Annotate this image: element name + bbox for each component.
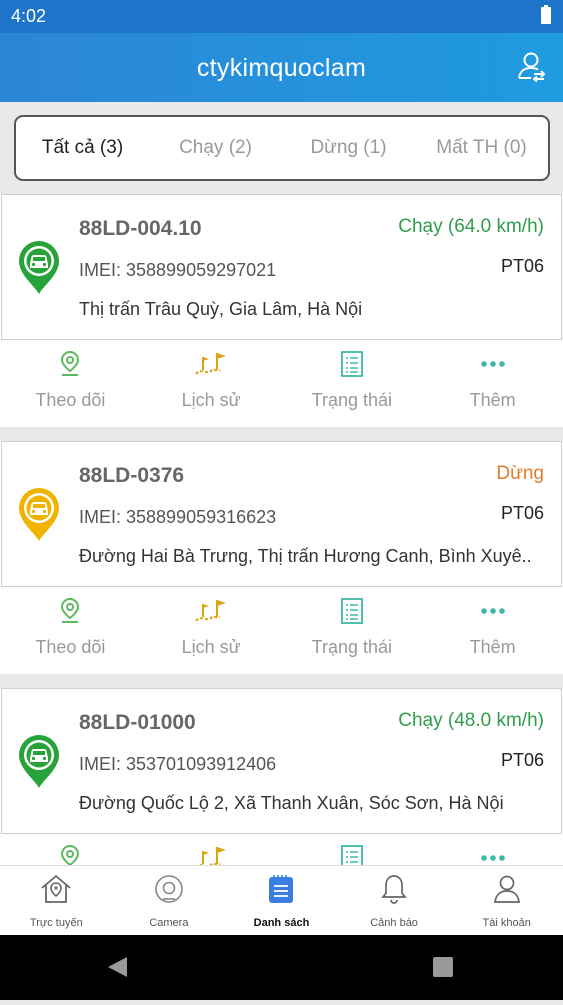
address-text: Đường Hai Bà Trưng, Thị trấn Hương Canh,… <box>79 546 532 566</box>
bell-icon <box>381 875 407 904</box>
nav-list[interactable]: Danh sách <box>225 866 338 935</box>
map-pin-icon <box>61 597 80 623</box>
car-pin-icon <box>19 488 59 541</box>
device-model: PT06 <box>500 503 544 523</box>
nav-alerts-label: Cảnh báo <box>370 917 418 929</box>
nav-camera[interactable]: Camera <box>113 866 226 935</box>
user-icon <box>493 875 520 903</box>
more-label: Thêm <box>469 390 516 410</box>
follow-button[interactable]: Theo dõi <box>0 587 141 674</box>
imei-text: IMEI: 358899059316623 <box>79 507 277 527</box>
nav-list-label: Danh sách <box>253 917 310 929</box>
plate-number: 88LD-004.10 <box>79 217 202 240</box>
back-icon[interactable] <box>108 957 127 977</box>
app-bar: ctykimquoclam <box>0 33 563 102</box>
status-badge: Chạy (48.0 km/h) <box>398 710 544 731</box>
nav-account-label: Tài khoản <box>482 917 531 929</box>
more-button[interactable]: Thêm <box>422 340 563 427</box>
status-badge: Chạy (64.0 km/h) <box>398 216 544 237</box>
tab-all[interactable]: Tất cả (3) <box>16 137 149 159</box>
device-model: PT06 <box>500 750 544 770</box>
status-time: 4:02 <box>11 6 47 26</box>
history-button[interactable]: Lịch sử <box>141 340 282 427</box>
car-pin-icon <box>19 735 59 788</box>
vehicle-card: 88LD-0376 Dừng IMEI: 358899059316623 PT0… <box>0 441 563 674</box>
follow-label: Theo dõi <box>35 390 106 410</box>
state-label: Trạng thái <box>311 637 393 657</box>
imei-text: IMEI: 353701093912406 <box>79 754 277 774</box>
route-flag-icon <box>195 600 227 622</box>
more-dots-icon <box>480 361 505 367</box>
more-label: Thêm <box>469 637 516 657</box>
list-icon <box>269 875 294 903</box>
vehicle-summary[interactable]: 88LD-004.10 Chạy (64.0 km/h) IMEI: 35889… <box>1 194 562 340</box>
status-filter-tabs: Tất cả (3) Chạy (2) Dừng (1) Mất TH (0) <box>14 115 550 181</box>
more-button[interactable]: Thêm <box>422 587 563 674</box>
nav-camera-label: Camera <box>149 917 189 929</box>
history-label: Lịch sử <box>181 390 241 410</box>
address-text: Thị trấn Trâu Quỳ, Gia Lâm, Hà Nội <box>79 299 363 319</box>
list-icon <box>340 598 363 624</box>
vehicle-summary[interactable]: 88LD-0376 Dừng IMEI: 358899059316623 PT0… <box>1 441 562 587</box>
home-pin-icon <box>41 874 71 903</box>
more-dots-icon <box>480 608 505 614</box>
system-nav-bar <box>0 935 563 1000</box>
vehicle-summary[interactable]: 88LD-01000 Chạy (48.0 km/h) IMEI: 353701… <box>1 688 562 834</box>
list-icon <box>340 351 363 377</box>
status-bar: 4:02 <box>0 0 563 33</box>
page-title: ctykimquoclam <box>196 54 367 82</box>
system-nav-icons <box>108 957 453 977</box>
bottom-nav: Trực tuyến Camera Danh sách Cảnh báo Tài… <box>0 865 563 935</box>
nav-online-label: Trực tuyến <box>29 917 83 929</box>
state-button[interactable]: Trạng thái <box>282 340 423 427</box>
battery-icon <box>541 5 551 24</box>
route-flag-icon <box>195 353 227 375</box>
tab-running[interactable]: Chạy (2) <box>149 137 282 159</box>
device-model: PT06 <box>500 256 544 276</box>
vehicle-actions: Theo dõi Lịch sử Trạng thái Thêm <box>0 340 563 427</box>
address-text: Đường Quốc Lộ 2, Xã Thanh Xuân, Sóc Sơn,… <box>79 793 504 813</box>
nav-account[interactable]: Tài khoản <box>450 866 563 935</box>
plate-number: 88LD-01000 <box>79 711 196 734</box>
history-label: Lịch sử <box>181 637 241 657</box>
map-pin-icon <box>61 350 80 376</box>
state-button[interactable]: Trạng thái <box>282 587 423 674</box>
camera-icon <box>155 875 183 903</box>
nav-online[interactable]: Trực tuyến <box>0 866 113 935</box>
vehicle-card: 88LD-004.10 Chạy (64.0 km/h) IMEI: 35889… <box>0 194 563 427</box>
follow-label: Theo dõi <box>35 637 106 657</box>
nav-alerts[interactable]: Cảnh báo <box>338 866 451 935</box>
tab-lost-signal[interactable]: Mất TH (0) <box>415 137 548 159</box>
tab-stopped[interactable]: Dừng (1) <box>282 137 415 159</box>
user-switch-icon <box>518 52 546 83</box>
history-button[interactable]: Lịch sử <box>141 587 282 674</box>
plate-number: 88LD-0376 <box>79 464 185 487</box>
recents-icon[interactable] <box>433 957 453 977</box>
status-badge: Dừng <box>496 463 544 484</box>
imei-text: IMEI: 358899059297021 <box>79 260 277 280</box>
account-switch-button[interactable] <box>517 51 547 83</box>
car-pin-icon <box>19 241 59 294</box>
follow-button[interactable]: Theo dõi <box>0 340 141 427</box>
state-label: Trạng thái <box>311 390 393 410</box>
vehicle-actions: Theo dõi Lịch sử Trạng thái Thêm <box>0 587 563 674</box>
